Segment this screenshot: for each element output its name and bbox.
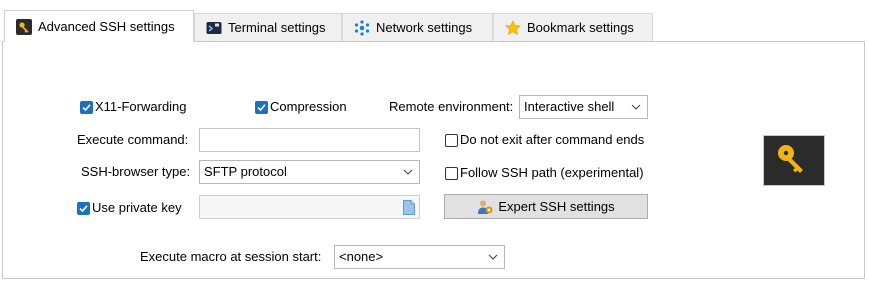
follow-ssh-path-label: Follow SSH path (experimental) — [460, 165, 644, 180]
star-icon — [505, 19, 521, 36]
tab-label: Advanced SSH settings — [38, 19, 175, 34]
chevron-down-icon — [403, 169, 413, 175]
chevron-down-icon — [488, 254, 498, 260]
file-icon[interactable] — [403, 200, 415, 215]
execute-command-label: Execute command: — [77, 132, 189, 147]
compression-label: Compression — [270, 99, 347, 114]
follow-ssh-path-checkbox[interactable] — [445, 167, 458, 180]
compression-checkbox[interactable] — [255, 101, 268, 114]
tab-network-settings[interactable]: Network settings — [342, 13, 493, 41]
use-private-key-label: Use private key — [92, 200, 182, 215]
remote-environment-label: Remote environment: — [389, 99, 514, 114]
tab-label: Bookmark settings — [527, 20, 634, 35]
remote-environment-select[interactable]: Interactive shell — [519, 95, 648, 119]
user-settings-icon — [478, 200, 493, 214]
tab-label: Network settings — [376, 20, 473, 35]
private-key-input[interactable] — [199, 195, 420, 219]
network-icon — [354, 19, 370, 36]
execute-command-input[interactable] — [199, 128, 420, 152]
ssh-browser-type-label: SSH-browser type: — [81, 164, 191, 179]
do-not-exit-checkbox[interactable] — [445, 134, 458, 147]
chevron-down-icon — [631, 104, 641, 110]
execute-macro-select[interactable]: <none> — [334, 245, 505, 269]
key-icon — [778, 145, 803, 173]
use-private-key-checkbox[interactable] — [77, 202, 90, 215]
remote-environment-value: Interactive shell — [524, 99, 615, 114]
settings-panel: X11-Forwarding Compression Remote enviro… — [2, 41, 865, 279]
tab-advanced-ssh-settings[interactable]: Advanced SSH settings — [4, 10, 194, 42]
expert-ssh-settings-label: Expert SSH settings — [498, 199, 615, 214]
ssh-browser-type-value: SFTP protocol — [204, 164, 287, 179]
ssh-settings-dialog: Advanced SSH settings Terminal settings — [0, 0, 869, 289]
expert-ssh-settings-button[interactable]: Expert SSH settings — [444, 194, 648, 219]
execute-macro-value: <none> — [339, 249, 384, 264]
do-not-exit-label: Do not exit after command ends — [460, 132, 645, 147]
execute-macro-label: Execute macro at session start: — [140, 249, 322, 264]
tab-terminal-settings[interactable]: Terminal settings — [194, 13, 342, 41]
tab-label: Terminal settings — [228, 20, 326, 35]
x11-forwarding-checkbox[interactable] — [80, 101, 93, 114]
tab-bookmark-settings[interactable]: Bookmark settings — [493, 13, 653, 41]
terminal-icon — [206, 20, 222, 36]
ssh-key-icon — [763, 135, 825, 186]
x11-forwarding-label: X11-Forwarding — [95, 99, 187, 114]
key-icon — [16, 18, 32, 35]
ssh-browser-type-select[interactable]: SFTP protocol — [199, 160, 420, 184]
